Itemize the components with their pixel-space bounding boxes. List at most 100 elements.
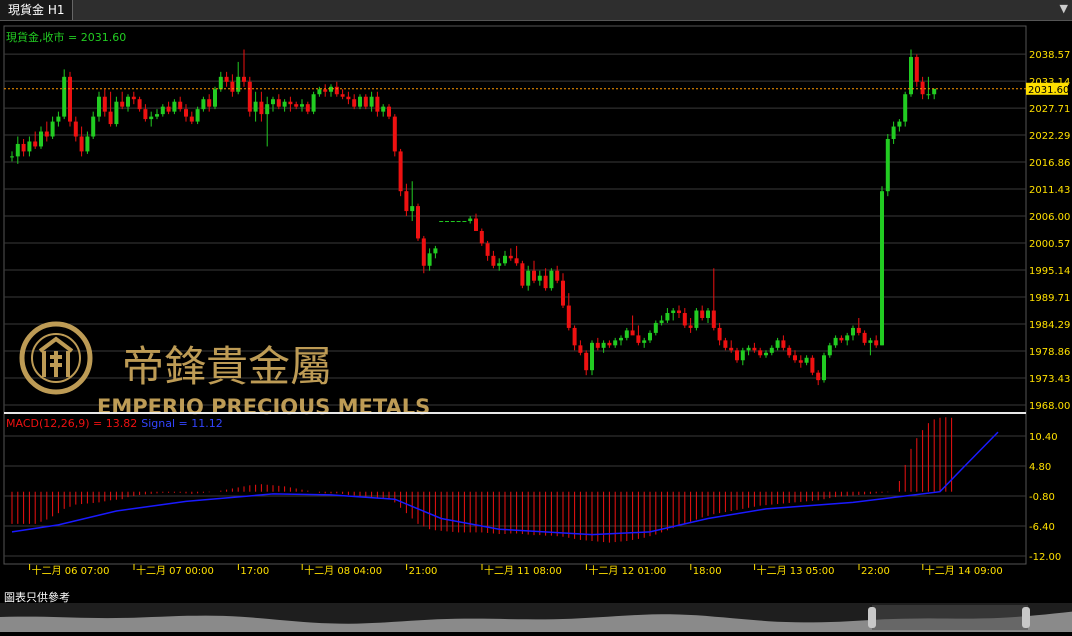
price-legend: 現貨金,收市 = 2031.60 xyxy=(6,30,126,44)
price-tick-label: 1989.71 xyxy=(1029,293,1070,304)
tab-chart[interactable]: 現貨金 H1 xyxy=(0,0,74,20)
candle-body xyxy=(10,156,14,158)
candle-body xyxy=(474,218,478,231)
candle-body xyxy=(572,327,577,346)
candle-body xyxy=(595,342,600,348)
candle-body xyxy=(827,345,832,356)
time-tick-label: 十二月 11 08:00 xyxy=(484,564,562,577)
candle-body xyxy=(636,335,641,343)
candle-body xyxy=(549,270,554,289)
tab-bar: 現貨金 H1 ▼ xyxy=(0,0,1072,21)
candle-body xyxy=(120,101,125,107)
time-tick-label: 十二月 14 09:00 xyxy=(925,564,1003,577)
price-tick-label: 2011.43 xyxy=(1029,185,1070,196)
candle xyxy=(62,69,67,120)
time-axis: 十二月 06 07:00 十二月 07 00:00 17:00 十二月 08 04:0… xyxy=(4,563,1026,577)
candle-body xyxy=(172,101,177,112)
candle-body xyxy=(752,347,757,351)
candle-body xyxy=(247,81,252,112)
candle-body xyxy=(787,347,792,356)
candle-body xyxy=(914,56,919,82)
macd-tick-label: -0.80 xyxy=(1029,492,1055,503)
candle-body xyxy=(746,347,751,351)
candle-body xyxy=(108,111,113,125)
candle-body xyxy=(816,372,821,381)
candle-body xyxy=(85,136,90,152)
menu-arrow-icon[interactable]: ▼ xyxy=(1060,2,1068,15)
candle-body xyxy=(311,94,316,112)
candle-body xyxy=(700,310,705,318)
time-tick-label: 17:00 xyxy=(240,566,269,577)
candle-body xyxy=(874,340,879,346)
candle xyxy=(903,91,908,127)
candle-body xyxy=(717,327,722,341)
candle-body xyxy=(833,337,838,346)
candle-body xyxy=(764,352,768,356)
macd-tick-label: 10.40 xyxy=(1029,432,1058,443)
candle-body xyxy=(300,104,304,107)
candle-body xyxy=(259,101,264,115)
time-tick-label: 十二月 12 01:00 xyxy=(588,564,666,577)
candle-body xyxy=(44,131,49,137)
price-tick-label: 1995.14 xyxy=(1029,266,1070,277)
candle-body xyxy=(462,221,467,223)
candle-body xyxy=(56,116,61,122)
candle-body xyxy=(885,138,890,192)
candle-body xyxy=(410,206,415,212)
candle-body xyxy=(363,96,368,107)
candle-body xyxy=(340,94,345,97)
price-tick-label: 2000.57 xyxy=(1029,239,1070,250)
candle-body xyxy=(920,81,925,95)
candle-body xyxy=(642,340,647,343)
watermark-chinese: 帝鋒貴金屬 xyxy=(122,342,332,391)
candle-body xyxy=(91,116,96,137)
candle-body xyxy=(578,345,583,353)
candle xyxy=(392,114,397,157)
candle-body xyxy=(387,106,391,117)
candle-body xyxy=(189,116,194,122)
price-tick-label: 2027.71 xyxy=(1029,104,1070,115)
candle xyxy=(479,228,484,246)
candle-body xyxy=(793,355,797,361)
candle-body xyxy=(213,89,217,107)
candle-body xyxy=(456,221,461,223)
candle xyxy=(885,134,890,197)
candle-body xyxy=(381,106,386,112)
candle-body xyxy=(334,86,339,95)
candle-body xyxy=(218,76,223,90)
candle-body xyxy=(375,96,380,112)
price-tick-label: 2016.86 xyxy=(1029,158,1070,169)
scroll-handle-right[interactable] xyxy=(1022,607,1030,628)
candle-body xyxy=(526,270,531,286)
candle-body xyxy=(33,141,38,147)
candle xyxy=(549,268,554,291)
candle-body xyxy=(160,106,165,115)
candle-body xyxy=(427,253,432,266)
scroll-handle-left[interactable] xyxy=(868,607,876,628)
current-price-label: 2031.60 xyxy=(1028,85,1069,96)
candle-body xyxy=(601,342,606,348)
candle-body xyxy=(242,76,246,82)
candle-body xyxy=(671,310,676,314)
candle-body xyxy=(253,101,258,112)
overview-scrollbar[interactable] xyxy=(0,603,1072,632)
candle-body xyxy=(166,106,171,112)
candle-body xyxy=(201,99,206,110)
candle-body xyxy=(137,99,142,110)
overview-window[interactable] xyxy=(872,605,1028,630)
candle-body xyxy=(590,342,594,371)
candle-body xyxy=(276,99,281,107)
time-tick-label: 十二月 08 04:00 xyxy=(304,564,382,577)
candle-body xyxy=(723,340,728,348)
candle-body xyxy=(706,310,710,318)
macd-legend: MACD(12,26,9) = 13.82 Signal = 11.12 xyxy=(6,417,223,430)
candle xyxy=(213,86,217,110)
candle-body xyxy=(102,96,107,112)
price-tick-label: 1968.00 xyxy=(1029,401,1070,412)
candle-body xyxy=(68,76,72,122)
price-tick-label: 1978.86 xyxy=(1029,347,1070,358)
candle xyxy=(520,260,525,289)
candle-body xyxy=(50,121,55,137)
candle-body xyxy=(178,101,183,110)
candle-body xyxy=(143,109,148,120)
